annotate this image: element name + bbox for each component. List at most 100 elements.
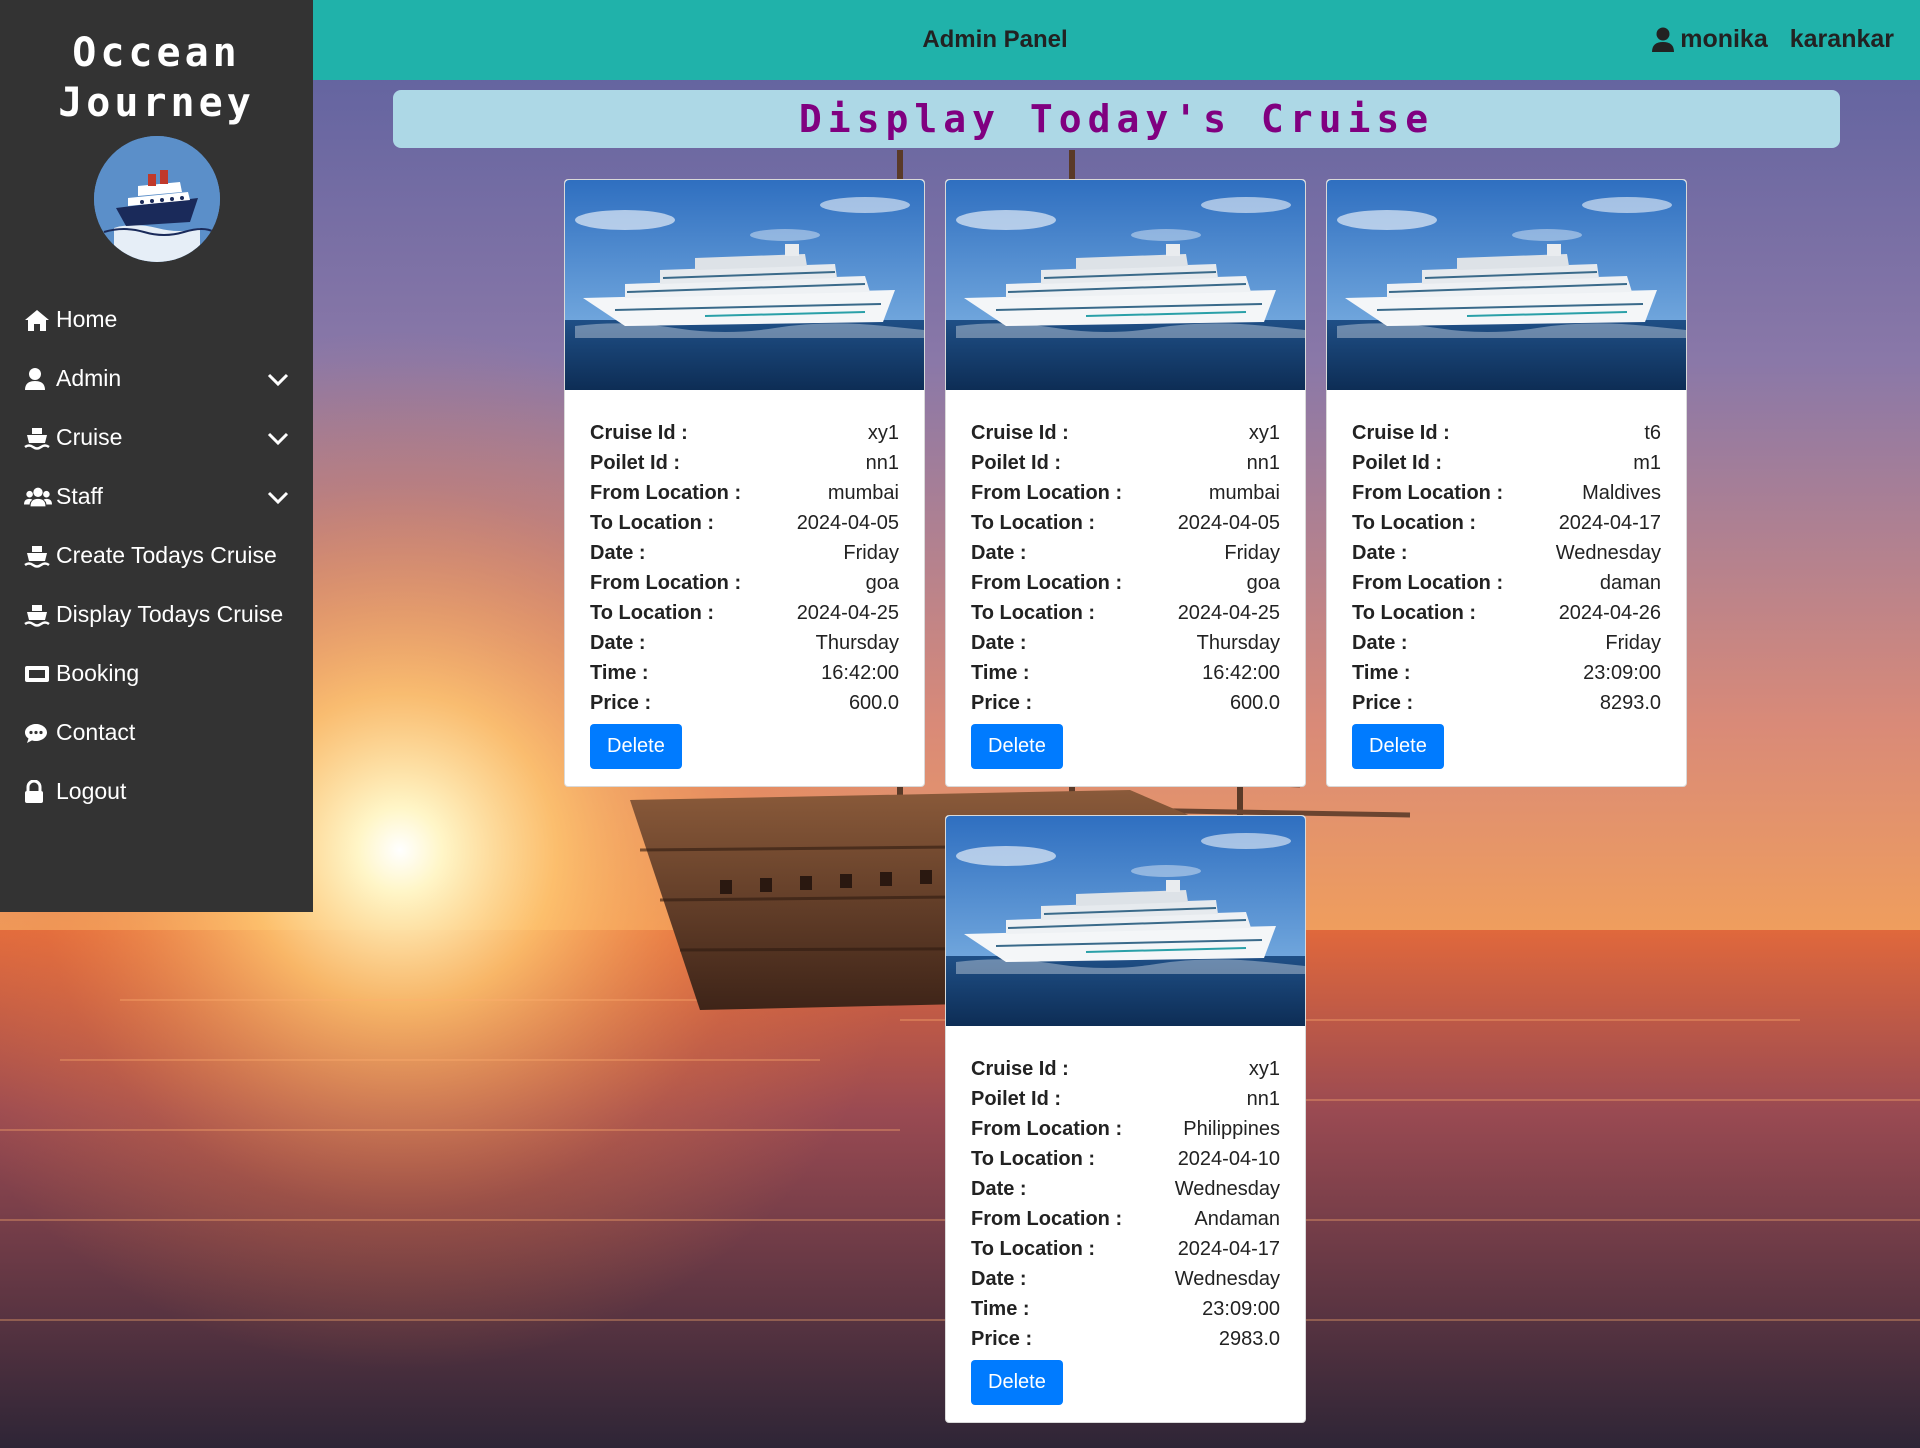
field-label: To Location : xyxy=(971,511,1096,534)
field-label: Poilet Id : xyxy=(590,451,680,474)
price-value: 2983.0 xyxy=(1218,1327,1280,1350)
delete-button[interactable]: Delete xyxy=(590,724,682,769)
date-row: Date : Thursday xyxy=(971,628,1280,658)
sidebar-item-booking[interactable]: Booking xyxy=(0,644,313,703)
sidebar-item-label: Booking xyxy=(56,660,140,686)
cruise-id-value: xy1 xyxy=(1248,421,1280,444)
sidebar: Occean Journey Home Admin Cruise Staff C… xyxy=(0,0,313,912)
field-label: Cruise Id : xyxy=(1352,421,1450,444)
sidebar-item-home[interactable]: Home xyxy=(0,290,313,349)
ship-icon xyxy=(24,543,52,569)
sidebar-item-label: Admin xyxy=(56,365,122,391)
date-row: Date : Wednesday xyxy=(971,1174,1280,1204)
cruise-id-row: Cruise Id : t6 xyxy=(1352,418,1661,448)
date-value: Thursday xyxy=(1196,631,1280,654)
time-value: 23:09:00 xyxy=(1583,661,1661,684)
date-value: Friday xyxy=(843,541,899,564)
home-icon xyxy=(24,307,52,333)
to-location-value: 2024-04-25 xyxy=(1177,601,1280,624)
cruise-ship-image xyxy=(1327,180,1686,390)
field-label: Poilet Id : xyxy=(1352,451,1442,474)
brand-title-line-2: Journey xyxy=(58,80,255,126)
sidebar-item-label: Logout xyxy=(56,778,127,804)
sidebar-item-logout[interactable]: Logout xyxy=(0,762,313,821)
date-value: Thursday xyxy=(815,631,899,654)
delete-button[interactable]: Delete xyxy=(1352,724,1444,769)
cruise-card: Cruise Id : xy1 Poilet Id : nn1 From Locat… xyxy=(564,179,925,787)
cruise-id-row: Cruise Id : xy1 xyxy=(971,1054,1280,1084)
field-label: From Location : xyxy=(971,481,1123,504)
field-label: Date : xyxy=(971,631,1027,654)
to-location-row: To Location : 2024-04-26 xyxy=(1352,598,1661,628)
sidebar-item-create-todays-cruise[interactable]: Create Todays Cruise xyxy=(0,526,313,585)
price-value: 8293.0 xyxy=(1599,691,1661,714)
cruise-ship-logo xyxy=(93,136,220,262)
time-value: 23:09:00 xyxy=(1202,1297,1280,1320)
delete-button[interactable]: Delete xyxy=(971,1360,1063,1405)
time-row: Time : 23:09:00 xyxy=(1352,658,1661,688)
to-location-value: 2024-04-17 xyxy=(1177,1237,1280,1260)
user-first-name: monika xyxy=(1680,25,1768,53)
field-label: Date : xyxy=(971,1177,1027,1200)
delete-button[interactable]: Delete xyxy=(971,724,1063,769)
from-location-row: From Location : mumbai xyxy=(590,478,899,508)
sidebar-item-cruise[interactable]: Cruise xyxy=(0,408,313,467)
date-row: Date : Friday xyxy=(971,538,1280,568)
sidebar-item-label: Display Todays Cruise xyxy=(56,601,284,627)
ship-icon xyxy=(24,602,52,628)
to-location-row: To Location : 2024-04-17 xyxy=(971,1234,1280,1264)
field-label: Date : xyxy=(971,541,1027,564)
field-label: From Location : xyxy=(971,1117,1123,1140)
field-label: Time : xyxy=(971,1297,1030,1320)
from-location-value: Philippines xyxy=(1183,1117,1280,1140)
user-menu[interactable]: monika karankar xyxy=(1652,25,1894,54)
cruise-card: Cruise Id : xy1 Poilet Id : nn1 From Locat… xyxy=(945,179,1306,787)
field-label: Cruise Id : xyxy=(971,421,1069,444)
price-row: Price : 600.0 xyxy=(971,688,1280,718)
poilet-id-row: Poilet Id : m1 xyxy=(1352,448,1661,478)
field-label: Price : xyxy=(971,691,1033,714)
price-row: Price : 600.0 xyxy=(590,688,899,718)
to-location-row: To Location : 2024-04-05 xyxy=(590,508,899,538)
field-label: Price : xyxy=(1352,691,1414,714)
field-label: Time : xyxy=(971,661,1030,684)
field-label: To Location : xyxy=(1352,511,1477,534)
to-location-value: 2024-04-25 xyxy=(796,601,899,624)
to-location-value: 2024-04-17 xyxy=(1558,511,1661,534)
field-label: Date : xyxy=(590,631,646,654)
cruise-card: Cruise Id : t6 Poilet Id : m1 From Locatio… xyxy=(1326,179,1687,787)
field-label: Date : xyxy=(971,1267,1027,1290)
chevron-down-icon[interactable] xyxy=(267,484,289,511)
poilet-id-row: Poilet Id : nn1 xyxy=(971,448,1280,478)
field-label: To Location : xyxy=(590,511,715,534)
cruise-id-value: xy1 xyxy=(1248,1057,1280,1080)
field-label: Price : xyxy=(971,1327,1033,1350)
chevron-down-icon[interactable] xyxy=(267,425,289,452)
field-label: Date : xyxy=(1352,541,1408,564)
date-row: Date : Wednesday xyxy=(1352,538,1661,568)
time-value: 16:42:00 xyxy=(821,661,899,684)
time-row: Time : 16:42:00 xyxy=(971,658,1280,688)
to-location-row: To Location : 2024-04-17 xyxy=(1352,508,1661,538)
sidebar-item-contact[interactable]: Contact xyxy=(0,703,313,762)
from-location-row: From Location : Maldives xyxy=(1352,478,1661,508)
from-location-value: daman xyxy=(1599,571,1661,594)
to-location-row: To Location : 2024-04-25 xyxy=(971,598,1280,628)
field-label: Cruise Id : xyxy=(971,1057,1069,1080)
date-row: Date : Wednesday xyxy=(971,1264,1280,1294)
to-location-value: 2024-04-10 xyxy=(1177,1147,1280,1170)
poilet-id-value: nn1 xyxy=(865,451,899,474)
poilet-id-value: nn1 xyxy=(1246,1087,1280,1110)
field-label: To Location : xyxy=(971,1237,1096,1260)
cruise-ship-image xyxy=(946,816,1305,1026)
ticket-icon xyxy=(24,661,52,687)
from-location-row: From Location : Philippines xyxy=(971,1114,1280,1144)
field-label: From Location : xyxy=(971,1207,1123,1230)
admin-panel-title: Admin Panel xyxy=(922,26,1068,53)
chevron-down-icon[interactable] xyxy=(267,366,289,393)
date-row: Date : Friday xyxy=(1352,628,1661,658)
from-location-row: From Location : mumbai xyxy=(971,478,1280,508)
sidebar-item-display-todays-cruise[interactable]: Display Todays Cruise xyxy=(0,585,313,644)
sidebar-item-admin[interactable]: Admin xyxy=(0,349,313,408)
sidebar-item-staff[interactable]: Staff xyxy=(0,467,313,526)
